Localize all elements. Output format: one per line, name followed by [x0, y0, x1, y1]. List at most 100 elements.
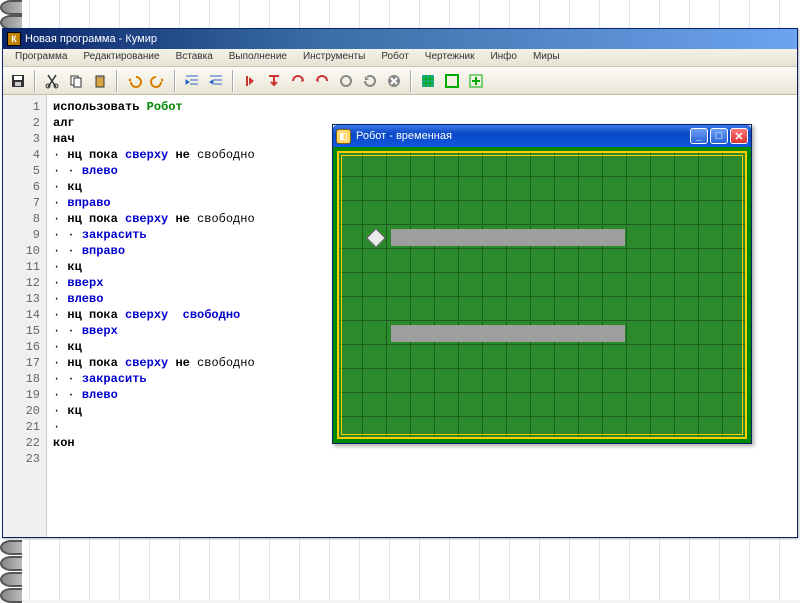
grid-outline-icon[interactable]: [441, 70, 463, 92]
refresh-icon[interactable]: [359, 70, 381, 92]
toolbar-separator: [34, 70, 36, 92]
code-line[interactable]: алг: [53, 115, 255, 131]
step-forward-icon[interactable]: [335, 70, 357, 92]
code-token: · ·: [53, 164, 82, 178]
code-line[interactable]: · влево: [53, 291, 255, 307]
menu-item-4[interactable]: Инструменты: [295, 49, 373, 66]
window-controls: _ □ ✕: [690, 128, 748, 144]
wall-segment: [391, 325, 625, 342]
toolbar-separator: [410, 70, 412, 92]
code-token: ·: [53, 180, 67, 194]
code-line[interactable]: · · влево: [53, 163, 255, 179]
robot-window-title: Робот - временная: [356, 130, 452, 142]
grid-green-icon[interactable]: [417, 70, 439, 92]
code-token: кц: [67, 340, 81, 354]
code-token: сверху: [125, 308, 183, 322]
code-line[interactable]: · кц: [53, 403, 255, 419]
code-token: кц: [67, 260, 81, 274]
code-line[interactable]: · · вверх: [53, 323, 255, 339]
code-token: кц: [67, 404, 81, 418]
code-token: влево: [82, 388, 118, 402]
code-token: вверх: [67, 276, 103, 290]
menu-item-3[interactable]: Выполнение: [221, 49, 295, 66]
code-line[interactable]: · вправо: [53, 195, 255, 211]
menu-item-6[interactable]: Чертежник: [417, 49, 483, 66]
line-number: 1: [5, 99, 40, 115]
line-number: 2: [5, 115, 40, 131]
line-number: 3: [5, 131, 40, 147]
step-back-icon[interactable]: [311, 70, 333, 92]
menu-item-0[interactable]: Программа: [7, 49, 75, 66]
line-number: 4: [5, 147, 40, 163]
code-token: алг: [53, 116, 75, 130]
code-token: сверху: [125, 356, 175, 370]
menu-item-7[interactable]: Инфо: [482, 49, 525, 66]
code-token: нц пока: [67, 148, 125, 162]
cut-icon[interactable]: [41, 70, 63, 92]
code-line[interactable]: · нц пока сверху не свободно: [53, 147, 255, 163]
code-line[interactable]: · кц: [53, 179, 255, 195]
line-number: 11: [5, 259, 40, 275]
menu-item-2[interactable]: Вставка: [168, 49, 221, 66]
code-token: Робот: [147, 100, 183, 114]
ide-titlebar[interactable]: К Новая программа - Кумир: [3, 29, 797, 49]
code-line[interactable]: кон: [53, 435, 255, 451]
code-token: свободно: [197, 148, 255, 162]
toolbar-separator: [116, 70, 118, 92]
toolbar-separator: [232, 70, 234, 92]
code-line[interactable]: нач: [53, 131, 255, 147]
outdent-icon[interactable]: [205, 70, 227, 92]
stop-icon[interactable]: [383, 70, 405, 92]
code-line[interactable]: · нц пока сверху не свободно: [53, 355, 255, 371]
code-line[interactable]: · · закрасить: [53, 227, 255, 243]
line-number: 20: [5, 403, 40, 419]
maximize-button[interactable]: □: [710, 128, 728, 144]
step-into-icon[interactable]: [263, 70, 285, 92]
toolbar-separator: [174, 70, 176, 92]
code-token: ·: [53, 196, 67, 210]
undo-icon[interactable]: [123, 70, 145, 92]
code-token: ·: [53, 356, 67, 370]
code-line[interactable]: · вверх: [53, 275, 255, 291]
code-line[interactable]: · · влево: [53, 387, 255, 403]
code-token: · ·: [53, 388, 82, 402]
close-button[interactable]: ✕: [730, 128, 748, 144]
indent-icon[interactable]: [181, 70, 203, 92]
code-token: нц пока: [67, 212, 125, 226]
robot-field-wrap: [333, 147, 751, 443]
menu-item-5[interactable]: Робот: [373, 49, 416, 66]
code-token: · ·: [53, 228, 82, 242]
save-icon[interactable]: [7, 70, 29, 92]
robot-grid: [339, 153, 745, 437]
menu-item-1[interactable]: Редактирование: [75, 49, 167, 66]
code-line[interactable]: · нц пока сверху свободно: [53, 307, 255, 323]
robot-field[interactable]: [337, 151, 747, 439]
robot-titlebar[interactable]: ◧ Робот - временная _ □ ✕: [333, 125, 751, 147]
code-line[interactable]: использовать Робот: [53, 99, 255, 115]
code-line[interactable]: · нц пока сверху не свободно: [53, 211, 255, 227]
redo-icon[interactable]: [147, 70, 169, 92]
robot-window[interactable]: ◧ Робот - временная _ □ ✕: [332, 124, 752, 444]
code-token: ·: [53, 404, 67, 418]
code-token: свободно: [183, 308, 241, 322]
toolbar: [3, 67, 797, 95]
code-line[interactable]: · · вправо: [53, 243, 255, 259]
minimize-button[interactable]: _: [690, 128, 708, 144]
step-over-icon[interactable]: [287, 70, 309, 92]
line-number: 10: [5, 243, 40, 259]
code-editor[interactable]: использовать Роботалгнач· нц пока сверху…: [47, 95, 261, 537]
code-token: использовать: [53, 100, 147, 114]
grid-add-icon[interactable]: [465, 70, 487, 92]
code-line[interactable]: · · закрасить: [53, 371, 255, 387]
run-icon[interactable]: [239, 70, 261, 92]
code-line[interactable]: · кц: [53, 259, 255, 275]
menu-item-8[interactable]: Миры: [525, 49, 568, 66]
line-number: 18: [5, 371, 40, 387]
code-token: нц пока: [67, 308, 125, 322]
copy-icon[interactable]: [65, 70, 87, 92]
code-token: ·: [53, 340, 67, 354]
paste-icon[interactable]: [89, 70, 111, 92]
code-line[interactable]: ·: [53, 419, 255, 435]
app-icon: К: [7, 32, 21, 46]
code-line[interactable]: · кц: [53, 339, 255, 355]
